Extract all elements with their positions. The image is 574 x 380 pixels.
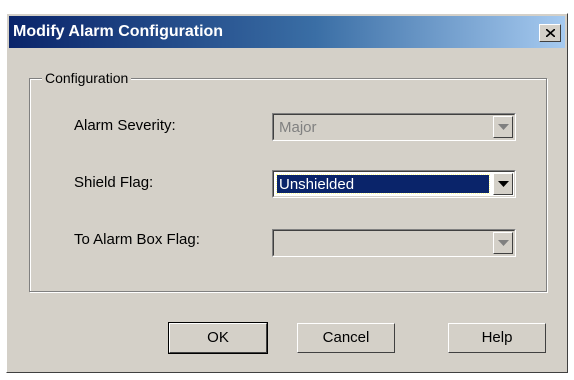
close-icon <box>546 29 555 37</box>
alarm-severity-label: Alarm Severity: <box>74 117 176 134</box>
configuration-group: Configuration Alarm Severity: Major Shie… <box>29 69 547 292</box>
title-bar[interactable]: Modify Alarm Configuration <box>9 16 565 48</box>
chevron-down-icon <box>498 240 509 246</box>
alarm-severity-dropdown-button[interactable] <box>493 116 513 138</box>
configuration-group-title: Configuration <box>42 69 132 87</box>
help-button[interactable]: Help <box>448 323 546 353</box>
to-alarm-box-flag-value <box>277 234 489 252</box>
close-button[interactable] <box>539 24 561 42</box>
to-alarm-box-flag-label: To Alarm Box Flag: <box>74 231 200 248</box>
alarm-severity-value: Major <box>279 119 317 136</box>
shield-flag-label: Shield Flag: <box>74 174 154 191</box>
ok-button[interactable]: OK <box>168 322 268 354</box>
to-alarm-box-flag-combobox[interactable] <box>272 229 516 257</box>
dialog-title: Modify Alarm Configuration <box>13 23 224 40</box>
chevron-down-icon <box>498 181 509 187</box>
shield-flag-dropdown-button[interactable] <box>493 173 513 195</box>
shield-flag-combobox[interactable]: Unshielded <box>272 170 516 198</box>
modify-alarm-dialog: Modify Alarm Configuration Configuration… <box>6 13 568 373</box>
to-alarm-box-flag-dropdown-button[interactable] <box>493 232 513 254</box>
shield-flag-value: Unshielded <box>276 174 490 194</box>
cancel-button[interactable]: Cancel <box>297 323 395 353</box>
chevron-down-icon <box>498 124 509 130</box>
alarm-severity-combobox[interactable]: Major <box>272 113 516 141</box>
